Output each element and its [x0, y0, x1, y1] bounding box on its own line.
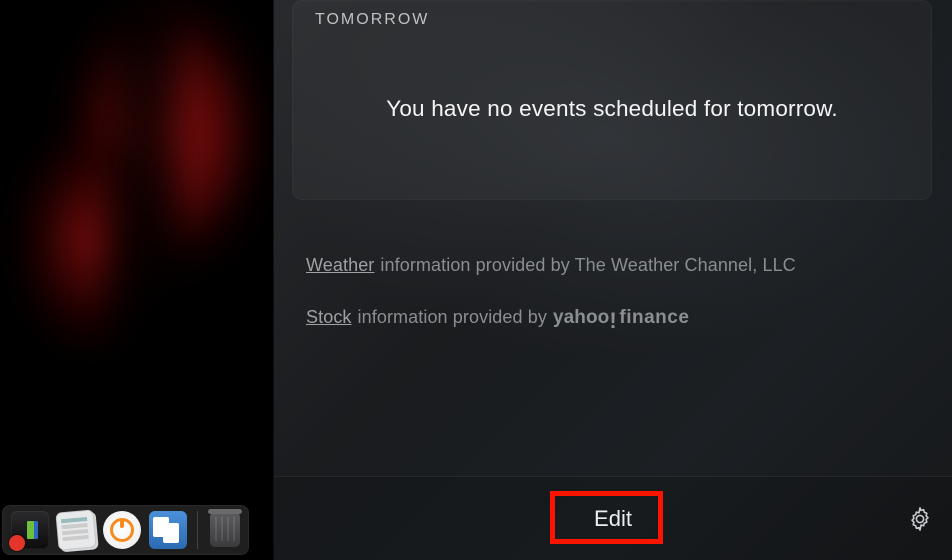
weather-attribution-text: information provided by The Weather Chan… [380, 255, 795, 276]
stock-attribution: Stock information provided by yahoo!fina… [306, 306, 689, 328]
dock-app-openvpn[interactable] [103, 511, 141, 549]
stock-attribution-text: information provided by [358, 307, 547, 328]
activity-bars-icon [27, 521, 34, 539]
edit-button-label: Edit [594, 506, 632, 531]
desktop-wallpaper [0, 0, 273, 560]
widget-header: TOMORROW [315, 11, 429, 29]
dock-app-activity-monitor[interactable] [11, 511, 49, 549]
migration-docs-icon [153, 517, 169, 537]
panel-footer: Edit [274, 476, 952, 560]
dock [2, 505, 249, 555]
edit-button[interactable]: Edit [572, 498, 654, 540]
settings-button[interactable] [904, 503, 936, 535]
dock-divider [197, 511, 198, 549]
stock-link[interactable]: Stock [306, 307, 352, 328]
yahoo-finance-link[interactable]: yahoo!finance [553, 306, 689, 328]
openvpn-icon [110, 518, 134, 542]
widget-empty-message: You have no events scheduled for tomorro… [293, 96, 931, 122]
dock-trash[interactable] [210, 513, 240, 547]
wallpaper-blur [110, 0, 180, 360]
gear-icon [906, 505, 934, 533]
notification-badge-icon [9, 535, 25, 551]
weather-link[interactable]: Weather [306, 255, 374, 276]
notification-center-panel: TOMORROW You have no events scheduled fo… [273, 0, 952, 560]
yahoo-text-a: yahoo [553, 307, 609, 329]
dock-app-news[interactable] [55, 509, 96, 550]
weather-link-label: Weather [306, 255, 374, 275]
stock-link-label: Stock [306, 307, 352, 327]
yahoo-finance-logo-icon: yahoo!finance [553, 307, 689, 329]
dock-app-migration-assistant[interactable] [149, 511, 187, 549]
yahoo-text-b: finance [619, 307, 689, 329]
calendar-tomorrow-widget[interactable]: TOMORROW You have no events scheduled fo… [292, 0, 932, 200]
weather-attribution: Weather information provided by The Weat… [306, 255, 796, 276]
yahoo-bang: ! [609, 310, 616, 332]
